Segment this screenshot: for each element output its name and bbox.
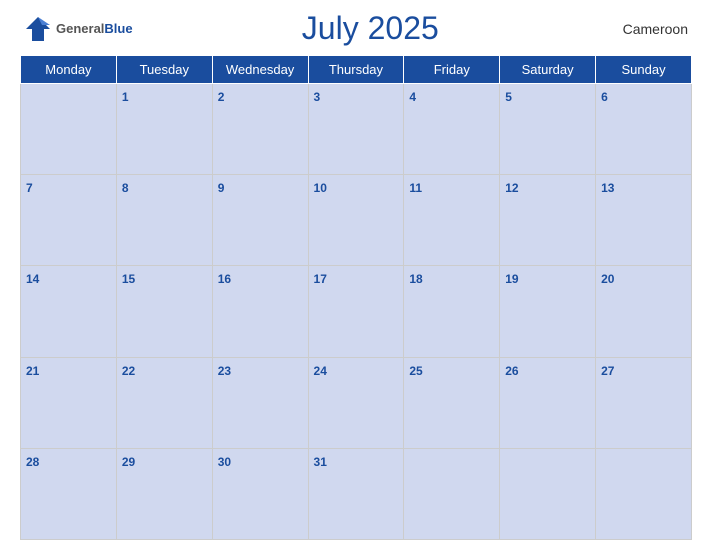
calendar-cell: 24 bbox=[308, 357, 404, 448]
day-number: 23 bbox=[218, 364, 231, 378]
day-number: 3 bbox=[314, 90, 321, 104]
day-number: 14 bbox=[26, 272, 39, 286]
day-number: 5 bbox=[505, 90, 512, 104]
calendar-cell: 30 bbox=[212, 448, 308, 539]
calendar-cell: 25 bbox=[404, 357, 500, 448]
day-number: 22 bbox=[122, 364, 135, 378]
day-number: 2 bbox=[218, 90, 225, 104]
calendar-cell: 17 bbox=[308, 266, 404, 357]
calendar-cell: 27 bbox=[596, 357, 692, 448]
calendar-cell: 10 bbox=[308, 175, 404, 266]
logo-blue: Blue bbox=[104, 21, 132, 36]
header-wednesday: Wednesday bbox=[212, 56, 308, 84]
calendar-cell: 16 bbox=[212, 266, 308, 357]
day-number: 6 bbox=[601, 90, 608, 104]
day-number: 16 bbox=[218, 272, 231, 286]
logo-icon bbox=[24, 15, 52, 43]
day-number: 1 bbox=[122, 90, 129, 104]
calendar-cell: 21 bbox=[21, 357, 117, 448]
day-number: 21 bbox=[26, 364, 39, 378]
calendar-cell: 8 bbox=[116, 175, 212, 266]
day-number: 17 bbox=[314, 272, 327, 286]
day-number: 29 bbox=[122, 455, 135, 469]
calendar-cell bbox=[21, 84, 117, 175]
calendar-cell bbox=[500, 448, 596, 539]
day-number: 11 bbox=[409, 181, 422, 195]
calendar-cell: 26 bbox=[500, 357, 596, 448]
calendar-cell: 20 bbox=[596, 266, 692, 357]
day-number: 30 bbox=[218, 455, 231, 469]
header-saturday: Saturday bbox=[500, 56, 596, 84]
day-number: 15 bbox=[122, 272, 135, 286]
day-number: 10 bbox=[314, 181, 327, 195]
header-sunday: Sunday bbox=[596, 56, 692, 84]
days-header-row: Monday Tuesday Wednesday Thursday Friday… bbox=[21, 56, 692, 84]
calendar-header: GeneralBlue July 2025 Cameroon bbox=[20, 10, 692, 47]
calendar-cell: 12 bbox=[500, 175, 596, 266]
header-thursday: Thursday bbox=[308, 56, 404, 84]
calendar-cell: 6 bbox=[596, 84, 692, 175]
calendar-cell: 23 bbox=[212, 357, 308, 448]
day-number: 25 bbox=[409, 364, 422, 378]
calendar-title: July 2025 bbox=[133, 10, 608, 47]
calendar-cell: 2 bbox=[212, 84, 308, 175]
day-number: 12 bbox=[505, 181, 518, 195]
calendar-cell bbox=[404, 448, 500, 539]
calendar-cell: 13 bbox=[596, 175, 692, 266]
header-tuesday: Tuesday bbox=[116, 56, 212, 84]
calendar-cell: 29 bbox=[116, 448, 212, 539]
calendar-cell: 18 bbox=[404, 266, 500, 357]
day-number: 24 bbox=[314, 364, 327, 378]
calendar-cell: 1 bbox=[116, 84, 212, 175]
calendar-cell: 14 bbox=[21, 266, 117, 357]
logo-text: GeneralBlue bbox=[56, 20, 133, 38]
calendar-cell: 4 bbox=[404, 84, 500, 175]
day-number: 31 bbox=[314, 455, 327, 469]
calendar-cell: 11 bbox=[404, 175, 500, 266]
calendar-cell: 22 bbox=[116, 357, 212, 448]
day-number: 28 bbox=[26, 455, 39, 469]
calendar-table: Monday Tuesday Wednesday Thursday Friday… bbox=[20, 55, 692, 540]
logo-general: General bbox=[56, 21, 104, 36]
calendar-week-2: 7 8 9 10 11 12 13 bbox=[21, 175, 692, 266]
calendar-cell: 31 bbox=[308, 448, 404, 539]
day-number: 27 bbox=[601, 364, 614, 378]
calendar-cell bbox=[596, 448, 692, 539]
calendar-week-1: 1 2 3 4 5 6 bbox=[21, 84, 692, 175]
calendar-cell: 28 bbox=[21, 448, 117, 539]
day-number: 18 bbox=[409, 272, 422, 286]
day-number: 9 bbox=[218, 181, 225, 195]
day-number: 8 bbox=[122, 181, 129, 195]
calendar-week-5: 28 29 30 31 bbox=[21, 448, 692, 539]
day-number: 4 bbox=[409, 90, 416, 104]
calendar-cell: 7 bbox=[21, 175, 117, 266]
day-number: 26 bbox=[505, 364, 518, 378]
day-number: 13 bbox=[601, 181, 614, 195]
logo: GeneralBlue bbox=[24, 15, 133, 43]
calendar-cell: 19 bbox=[500, 266, 596, 357]
calendar-week-3: 14 15 16 17 18 19 20 bbox=[21, 266, 692, 357]
day-number: 19 bbox=[505, 272, 518, 286]
calendar-cell: 5 bbox=[500, 84, 596, 175]
calendar-cell: 3 bbox=[308, 84, 404, 175]
day-number: 20 bbox=[601, 272, 614, 286]
calendar-week-4: 21 22 23 24 25 26 27 bbox=[21, 357, 692, 448]
calendar-cell: 15 bbox=[116, 266, 212, 357]
header-friday: Friday bbox=[404, 56, 500, 84]
day-number: 7 bbox=[26, 181, 33, 195]
calendar-cell: 9 bbox=[212, 175, 308, 266]
country-label: Cameroon bbox=[608, 21, 688, 37]
header-monday: Monday bbox=[21, 56, 117, 84]
